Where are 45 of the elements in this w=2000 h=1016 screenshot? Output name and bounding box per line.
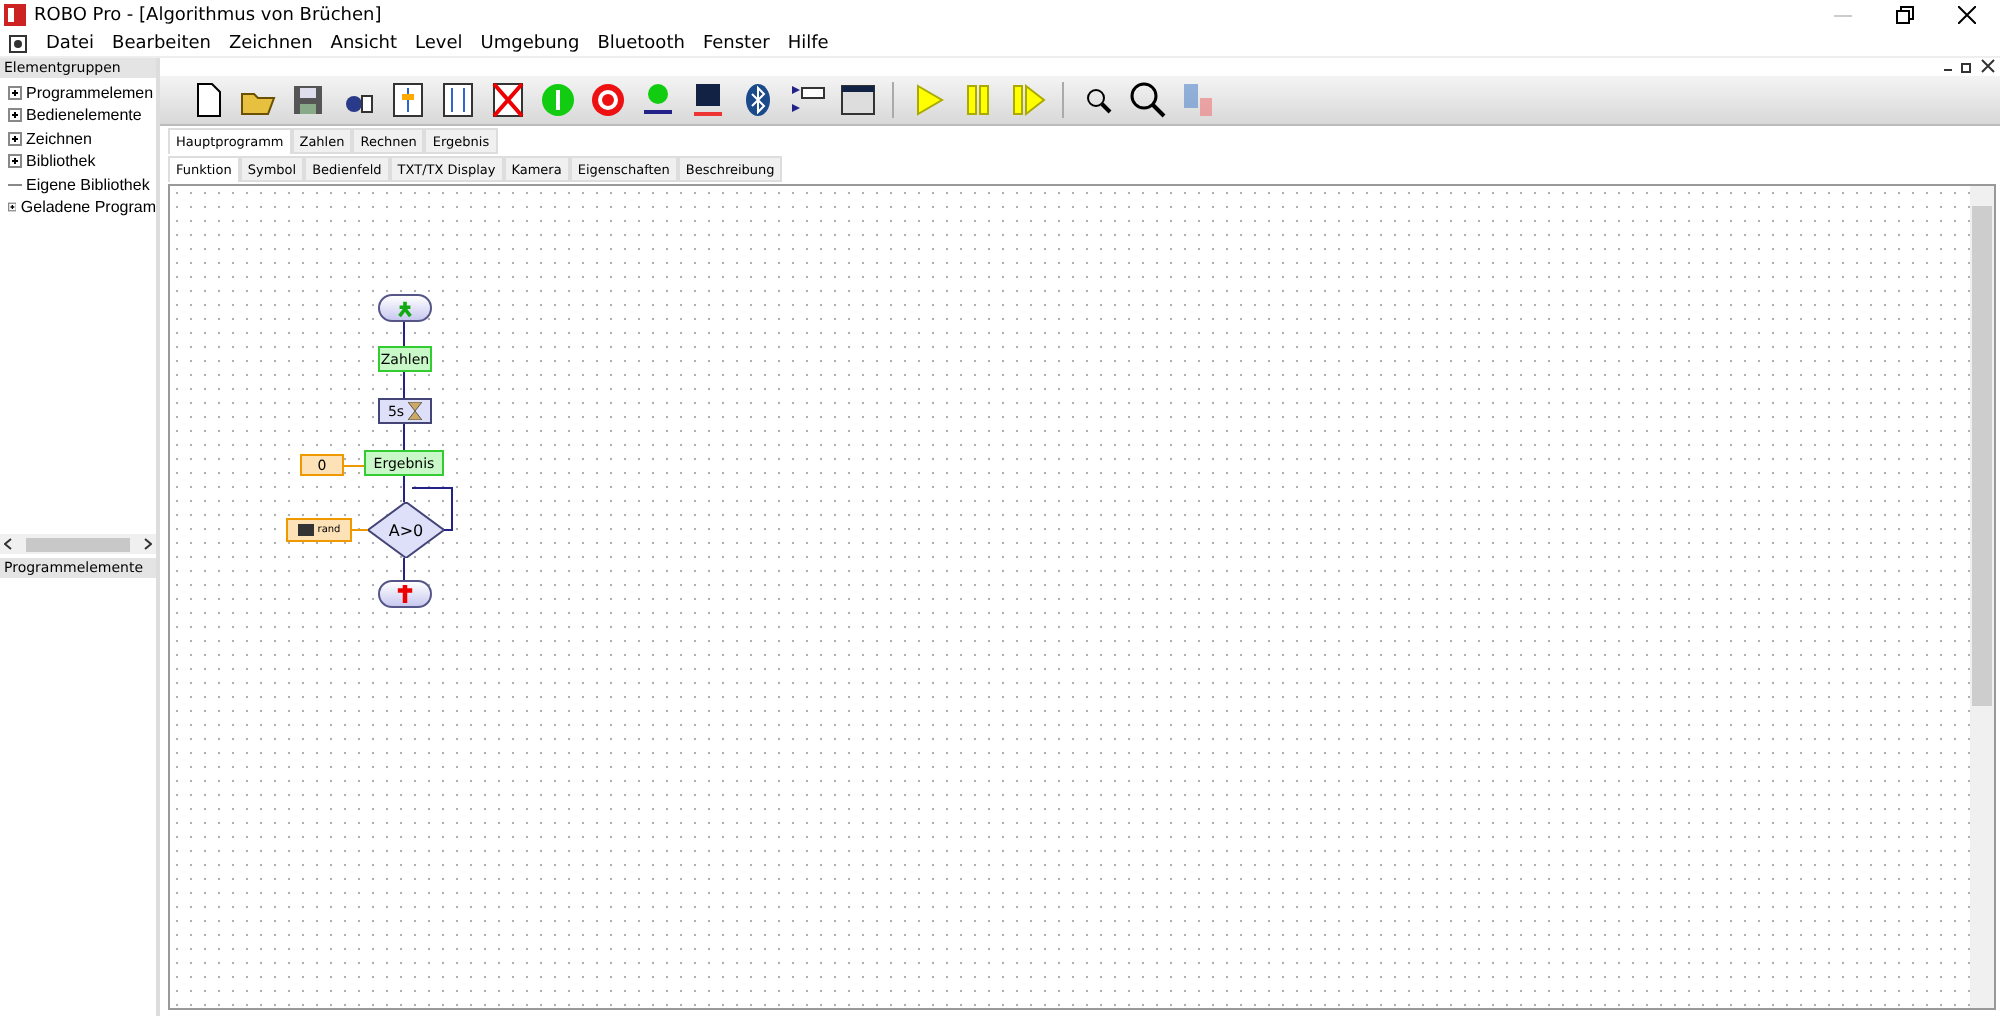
menu-item[interactable]: Hilfe (787, 33, 829, 53)
condition-text: A>0 (388, 521, 424, 539)
diagram-icon[interactable] (388, 80, 428, 120)
hourglass-icon (408, 402, 423, 420)
table-icon[interactable] (838, 80, 878, 120)
system-menu-icon[interactable] (8, 33, 28, 53)
menu-item[interactable]: Fenster (702, 33, 770, 53)
tree-item[interactable]: Programmelemen (26, 83, 154, 102)
variable-icon (297, 524, 314, 536)
start-icon[interactable] (538, 80, 578, 120)
walking-figure-icon (396, 299, 414, 317)
tree-item[interactable]: Bedienelemente (26, 106, 142, 125)
expand-icon[interactable] (8, 85, 22, 100)
tree-item[interactable]: Eigene Bibliothek (26, 175, 150, 194)
window-title: ROBO Pro - [Algorithmus von Brüchen] (34, 5, 384, 25)
restore-icon[interactable] (1960, 58, 1976, 74)
horizontal-scrollbar[interactable] (0, 534, 156, 554)
expand-icon[interactable] (8, 108, 22, 123)
diagram-icon[interactable] (438, 80, 478, 120)
tree-item[interactable]: Geladene Program (20, 198, 156, 217)
vertical-scrollbar[interactable] (1970, 186, 1994, 1008)
restore-icon[interactable] (1896, 6, 1914, 24)
menu-item[interactable]: Bluetooth (597, 33, 685, 53)
expand-icon[interactable] (8, 200, 17, 215)
delete-diagram-icon[interactable] (488, 80, 528, 120)
scroll-right-icon[interactable] (144, 538, 152, 550)
standing-figure-icon (396, 584, 414, 604)
close-icon[interactable] (1958, 6, 1976, 24)
stop-icon[interactable] (588, 80, 628, 120)
expand-icon[interactable] (8, 154, 22, 169)
menu-item[interactable]: Level (415, 33, 463, 53)
menu-item[interactable]: Bearbeiten (112, 33, 211, 53)
expand-icon[interactable] (8, 131, 22, 146)
save-icon[interactable] (288, 80, 328, 120)
close-icon[interactable] (1980, 58, 1996, 74)
menu-item[interactable]: Datei (46, 33, 95, 53)
tree-item[interactable]: Bibliothek (26, 152, 96, 171)
diamond-shape (368, 502, 444, 558)
scroll-left-icon[interactable] (4, 538, 12, 550)
zoom-in-icon[interactable] (1128, 80, 1168, 120)
menu-item[interactable]: Zeichnen (228, 33, 313, 53)
tree-item[interactable]: Zeichnen (26, 129, 92, 148)
app-logo-icon (4, 4, 26, 26)
menu-item[interactable]: Ansicht (330, 33, 398, 53)
menu-item[interactable]: Umgebung (480, 33, 580, 53)
